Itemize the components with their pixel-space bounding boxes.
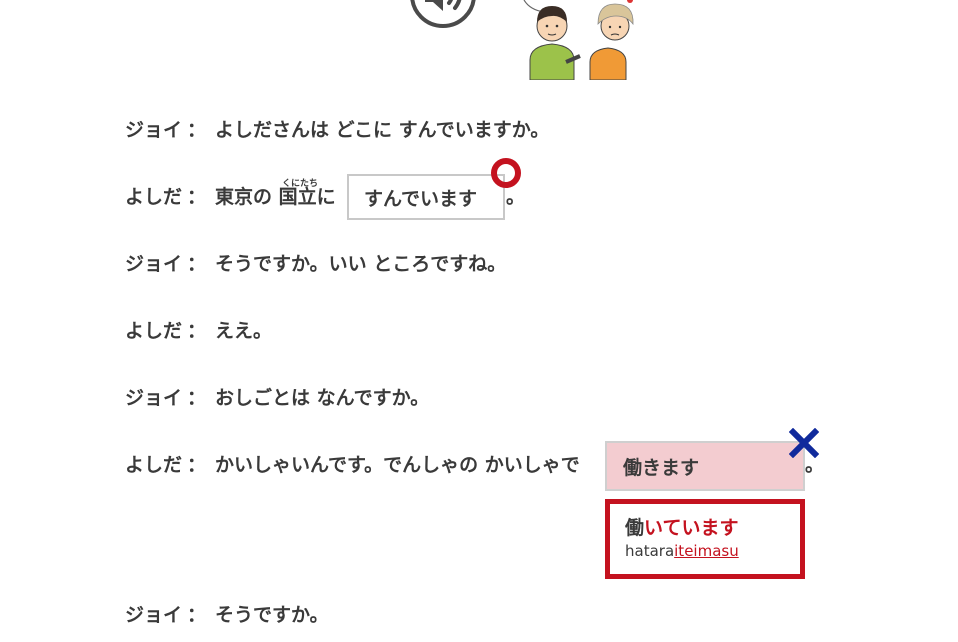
dialogue-line-3: ジョイ： そうですか。いい ところですね。 — [125, 252, 506, 276]
speaker-icon — [410, 0, 476, 28]
romaji-highlight: iteimasu — [674, 542, 739, 560]
two-people-illustration — [520, 0, 640, 81]
speaker-name: ジョイ — [125, 119, 183, 141]
furigana: くにたち — [282, 179, 319, 189]
speaker-colon: ： — [187, 320, 207, 342]
correct-answer-text: 働いています — [625, 516, 800, 540]
speaker-colon: ： — [187, 454, 207, 476]
answer-text: すんでいます — [364, 187, 478, 210]
speaker-name: ジョイ — [125, 604, 183, 626]
speaker-colon: ： — [187, 604, 207, 626]
speaker-colon: ： — [187, 186, 207, 208]
speaker-name: ジョイ — [125, 387, 183, 409]
circle-mark-icon — [490, 157, 522, 193]
dialogue-text: 東京の — [215, 186, 279, 208]
answer-text: 働きます — [623, 456, 700, 479]
correct-answer-prefix: 働 — [625, 517, 645, 539]
dialogue-line-4: よしだ： ええ。 — [125, 319, 272, 343]
romaji-text: hataraiteimasu — [625, 542, 800, 560]
romaji-prefix: hatara — [625, 542, 675, 560]
dialogue-text: そうですか。 — [215, 604, 329, 626]
kanji-word: 国立 — [278, 186, 317, 208]
dialogue-text: おしごとは なんですか。 — [215, 387, 430, 409]
speaker-name: よしだ — [125, 454, 183, 476]
dialogue-line-7: ジョイ： そうですか。 — [125, 603, 329, 627]
dialogue-line-6: よしだ： かいしゃいんです。でんしゃの かいしゃで — [125, 453, 580, 477]
dialogue-text: そうですか。いい ところですね。 — [215, 253, 507, 275]
cross-mark-icon — [788, 427, 820, 462]
dialogue-text: に — [316, 186, 336, 208]
dialogue-text: よしださんは どこに すんでいますか。 — [215, 119, 550, 141]
dialogue-text: かいしゃいんです。でんしゃの かいしゃで — [215, 454, 580, 476]
speaker-colon: ： — [187, 387, 207, 409]
speaker-name: よしだ — [125, 186, 183, 208]
audio-play-button[interactable] — [409, 0, 477, 32]
correct-answer-highlight: いています — [644, 517, 739, 539]
dialogue-line-5: ジョイ： おしごとは なんですか。 — [125, 386, 429, 410]
dialogue-line-1: ジョイ： よしださんは どこに すんでいますか。 — [125, 118, 549, 142]
answer-slot-correct[interactable]: すんでいます — [347, 174, 505, 220]
speaker-colon: ： — [187, 119, 207, 141]
speaker-name: ジョイ — [125, 253, 183, 275]
speaker-name: よしだ — [125, 320, 183, 342]
answer-slot-wrong[interactable]: 働きます — [605, 441, 805, 491]
speaker-colon: ： — [187, 253, 207, 275]
correct-answer-box: 働いています hataraiteimasu — [605, 499, 805, 579]
dialogue-text: ええ。 — [215, 320, 273, 342]
